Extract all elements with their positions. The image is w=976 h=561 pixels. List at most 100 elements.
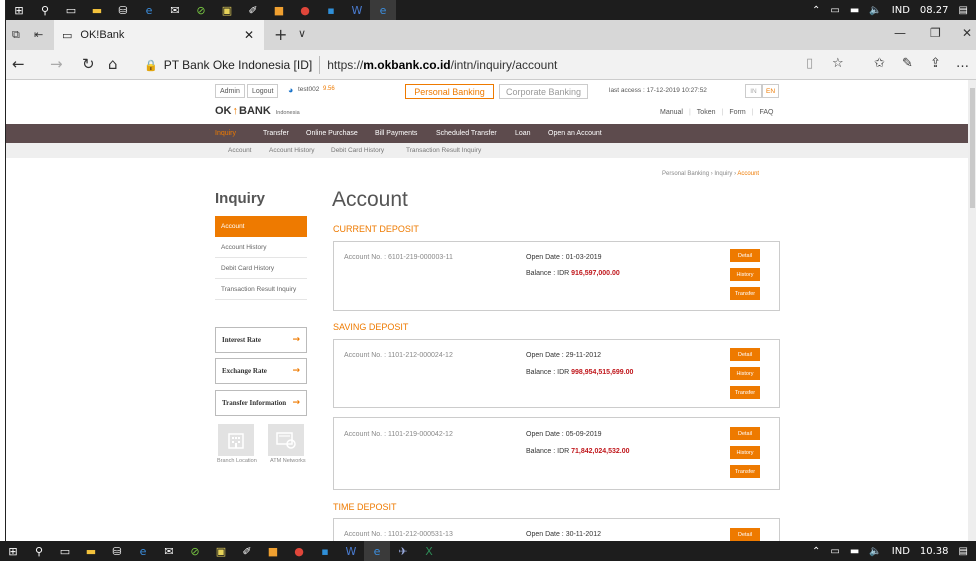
set-aside-tabs-icon[interactable]: ⇤ [34,28,43,41]
mail-icon[interactable]: ✉ [162,0,188,20]
site-identity[interactable]: PT Bank Oke Indonesia [ID] [164,58,313,72]
submenu-account-history[interactable]: Account History [269,143,315,158]
submenu-transaction-result[interactable]: Transaction Result Inquiry [406,143,481,158]
menu-scheduled-transfer[interactable]: Scheduled Transfer [436,124,497,143]
share-icon[interactable]: ⇪ [930,56,941,71]
minimize-icon[interactable]: — [894,26,906,40]
windows-start-icon[interactable]: ⊞ [0,541,26,561]
clock[interactable]: 08.27 [920,5,949,16]
home-icon[interactable]: ⌂ [108,55,118,73]
sidebar-item-account[interactable]: Account [215,216,307,237]
app-icon[interactable]: ▪ [312,541,338,561]
search-icon[interactable]: ⚲ [26,541,52,561]
transfer-button[interactable]: Transfer [730,465,760,478]
link-form[interactable]: Form [729,109,745,116]
app-icon[interactable]: ⊘ [188,0,214,20]
edge-browser-icon[interactable]: e [130,541,156,561]
file-explorer-icon[interactable]: ▬ [84,0,110,20]
chrome-icon[interactable]: ● [292,0,318,20]
language-indicator[interactable]: IND [892,5,910,16]
admin-button[interactable]: Admin [215,84,245,98]
menu-online-purchase[interactable]: Online Purchase [306,124,358,143]
network-icon[interactable]: ▭ [830,546,839,557]
detail-button[interactable]: Detail [730,427,760,440]
windows-start-icon[interactable]: ⊞ [6,0,32,20]
branch-location-button[interactable] [218,424,254,456]
task-view-icon[interactable]: ▭ [52,541,78,561]
lang-en-button[interactable]: EN [762,84,779,98]
lang-in-button[interactable]: IN [745,84,762,98]
notification-icon[interactable]: ▤ [959,546,968,557]
sidebar-item-debit-card-history[interactable]: Debit Card History [215,258,307,279]
file-explorer-icon[interactable]: ▬ [78,541,104,561]
history-button[interactable]: History [730,446,760,459]
notification-icon[interactable]: ▤ [959,5,968,16]
detail-button[interactable]: Detail [730,348,760,361]
transfer-information-box[interactable]: Transfer Information → [215,390,307,416]
excel-icon[interactable]: X [416,541,442,561]
edge-active-icon[interactable]: e [364,541,390,561]
restore-icon[interactable]: ❐ [930,26,941,40]
link-faq[interactable]: FAQ [759,109,773,116]
transfer-button[interactable]: Transfer [730,287,760,300]
app-icon[interactable]: ▣ [214,0,240,20]
exchange-rate-box[interactable]: Exchange Rate → [215,358,307,384]
corporate-banking-tab[interactable]: Corporate Banking [499,84,588,99]
word-icon[interactable]: W [338,541,364,561]
store-icon[interactable]: ⛁ [104,541,130,561]
close-window-icon[interactable]: ✕ [962,26,972,40]
word-icon[interactable]: W [344,0,370,20]
submenu-account[interactable]: Account [228,143,252,158]
favorites-list-icon[interactable]: ✩ [874,56,885,71]
menu-transfer[interactable]: Transfer [263,124,289,143]
breadcrumb-item[interactable]: Personal Banking [662,171,709,177]
reading-view-icon[interactable]: ▯ [806,56,813,71]
more-icon[interactable]: … [956,56,969,71]
close-tab-icon[interactable]: ✕ [244,28,254,42]
edge-browser-icon[interactable]: e [136,0,162,20]
menu-loan[interactable]: Loan [515,124,531,143]
refresh-icon[interactable]: ↻ [82,55,95,73]
app-icon[interactable]: ⊘ [182,541,208,561]
transfer-button[interactable]: Transfer [730,386,760,399]
clock[interactable]: 10.38 [920,546,949,557]
logout-button[interactable]: Logout [247,84,279,98]
chevron-up-icon[interactable]: ⌃ [812,5,820,16]
app-icon[interactable]: ■ [266,0,292,20]
scrollbar-thumb[interactable] [970,88,975,208]
history-button[interactable]: History [730,367,760,380]
app-icon[interactable]: ▪ [318,0,344,20]
paint-icon[interactable]: ✐ [234,541,260,561]
favorite-star-icon[interactable]: ☆ [832,56,844,71]
browser-tab[interactable]: ▭ OK!Bank ✕ [54,20,264,50]
tab-actions-icon[interactable]: ⧉ [12,28,20,42]
menu-inquiry[interactable]: Inquiry [215,124,236,143]
app-icon[interactable]: ▣ [208,541,234,561]
url-field[interactable]: 🔒 PT Bank Oke Indonesia [ID] https://m.o… [144,53,804,77]
store-icon[interactable]: ⛁ [110,0,136,20]
volume-icon[interactable]: 🔈 [869,5,881,16]
paint-icon[interactable]: ✐ [240,0,266,20]
task-view-icon[interactable]: ▭ [58,0,84,20]
breadcrumb-item[interactable]: Inquiry [714,171,732,177]
chevron-down-icon[interactable]: ∨ [298,27,306,40]
link-manual[interactable]: Manual [660,109,683,116]
detail-button[interactable]: Detail [730,249,760,262]
language-indicator[interactable]: IND [892,546,910,557]
sidebar-item-transaction-result[interactable]: Transaction Result Inquiry [215,279,307,300]
interest-rate-box[interactable]: Interest Rate → [215,327,307,353]
battery-icon[interactable]: ▬ [850,5,859,16]
network-icon[interactable]: ▭ [830,5,839,16]
okbank-logo[interactable]: OK ↑ BANK Indonesia [215,105,300,117]
submenu-debit-card-history[interactable]: Debit Card History [331,143,384,158]
atm-networks-button[interactable] [268,424,304,456]
sidebar-item-account-history[interactable]: Account History [215,237,307,258]
chrome-icon[interactable]: ● [286,541,312,561]
new-tab-icon[interactable]: + [274,25,287,44]
link-token[interactable]: Token [697,109,716,116]
battery-icon[interactable]: ▬ [850,546,859,557]
menu-open-account[interactable]: Open an Account [548,124,602,143]
mail-icon[interactable]: ✉ [156,541,182,561]
menu-bill-payments[interactable]: Bill Payments [375,124,417,143]
detail-button[interactable]: Detail [730,528,760,541]
